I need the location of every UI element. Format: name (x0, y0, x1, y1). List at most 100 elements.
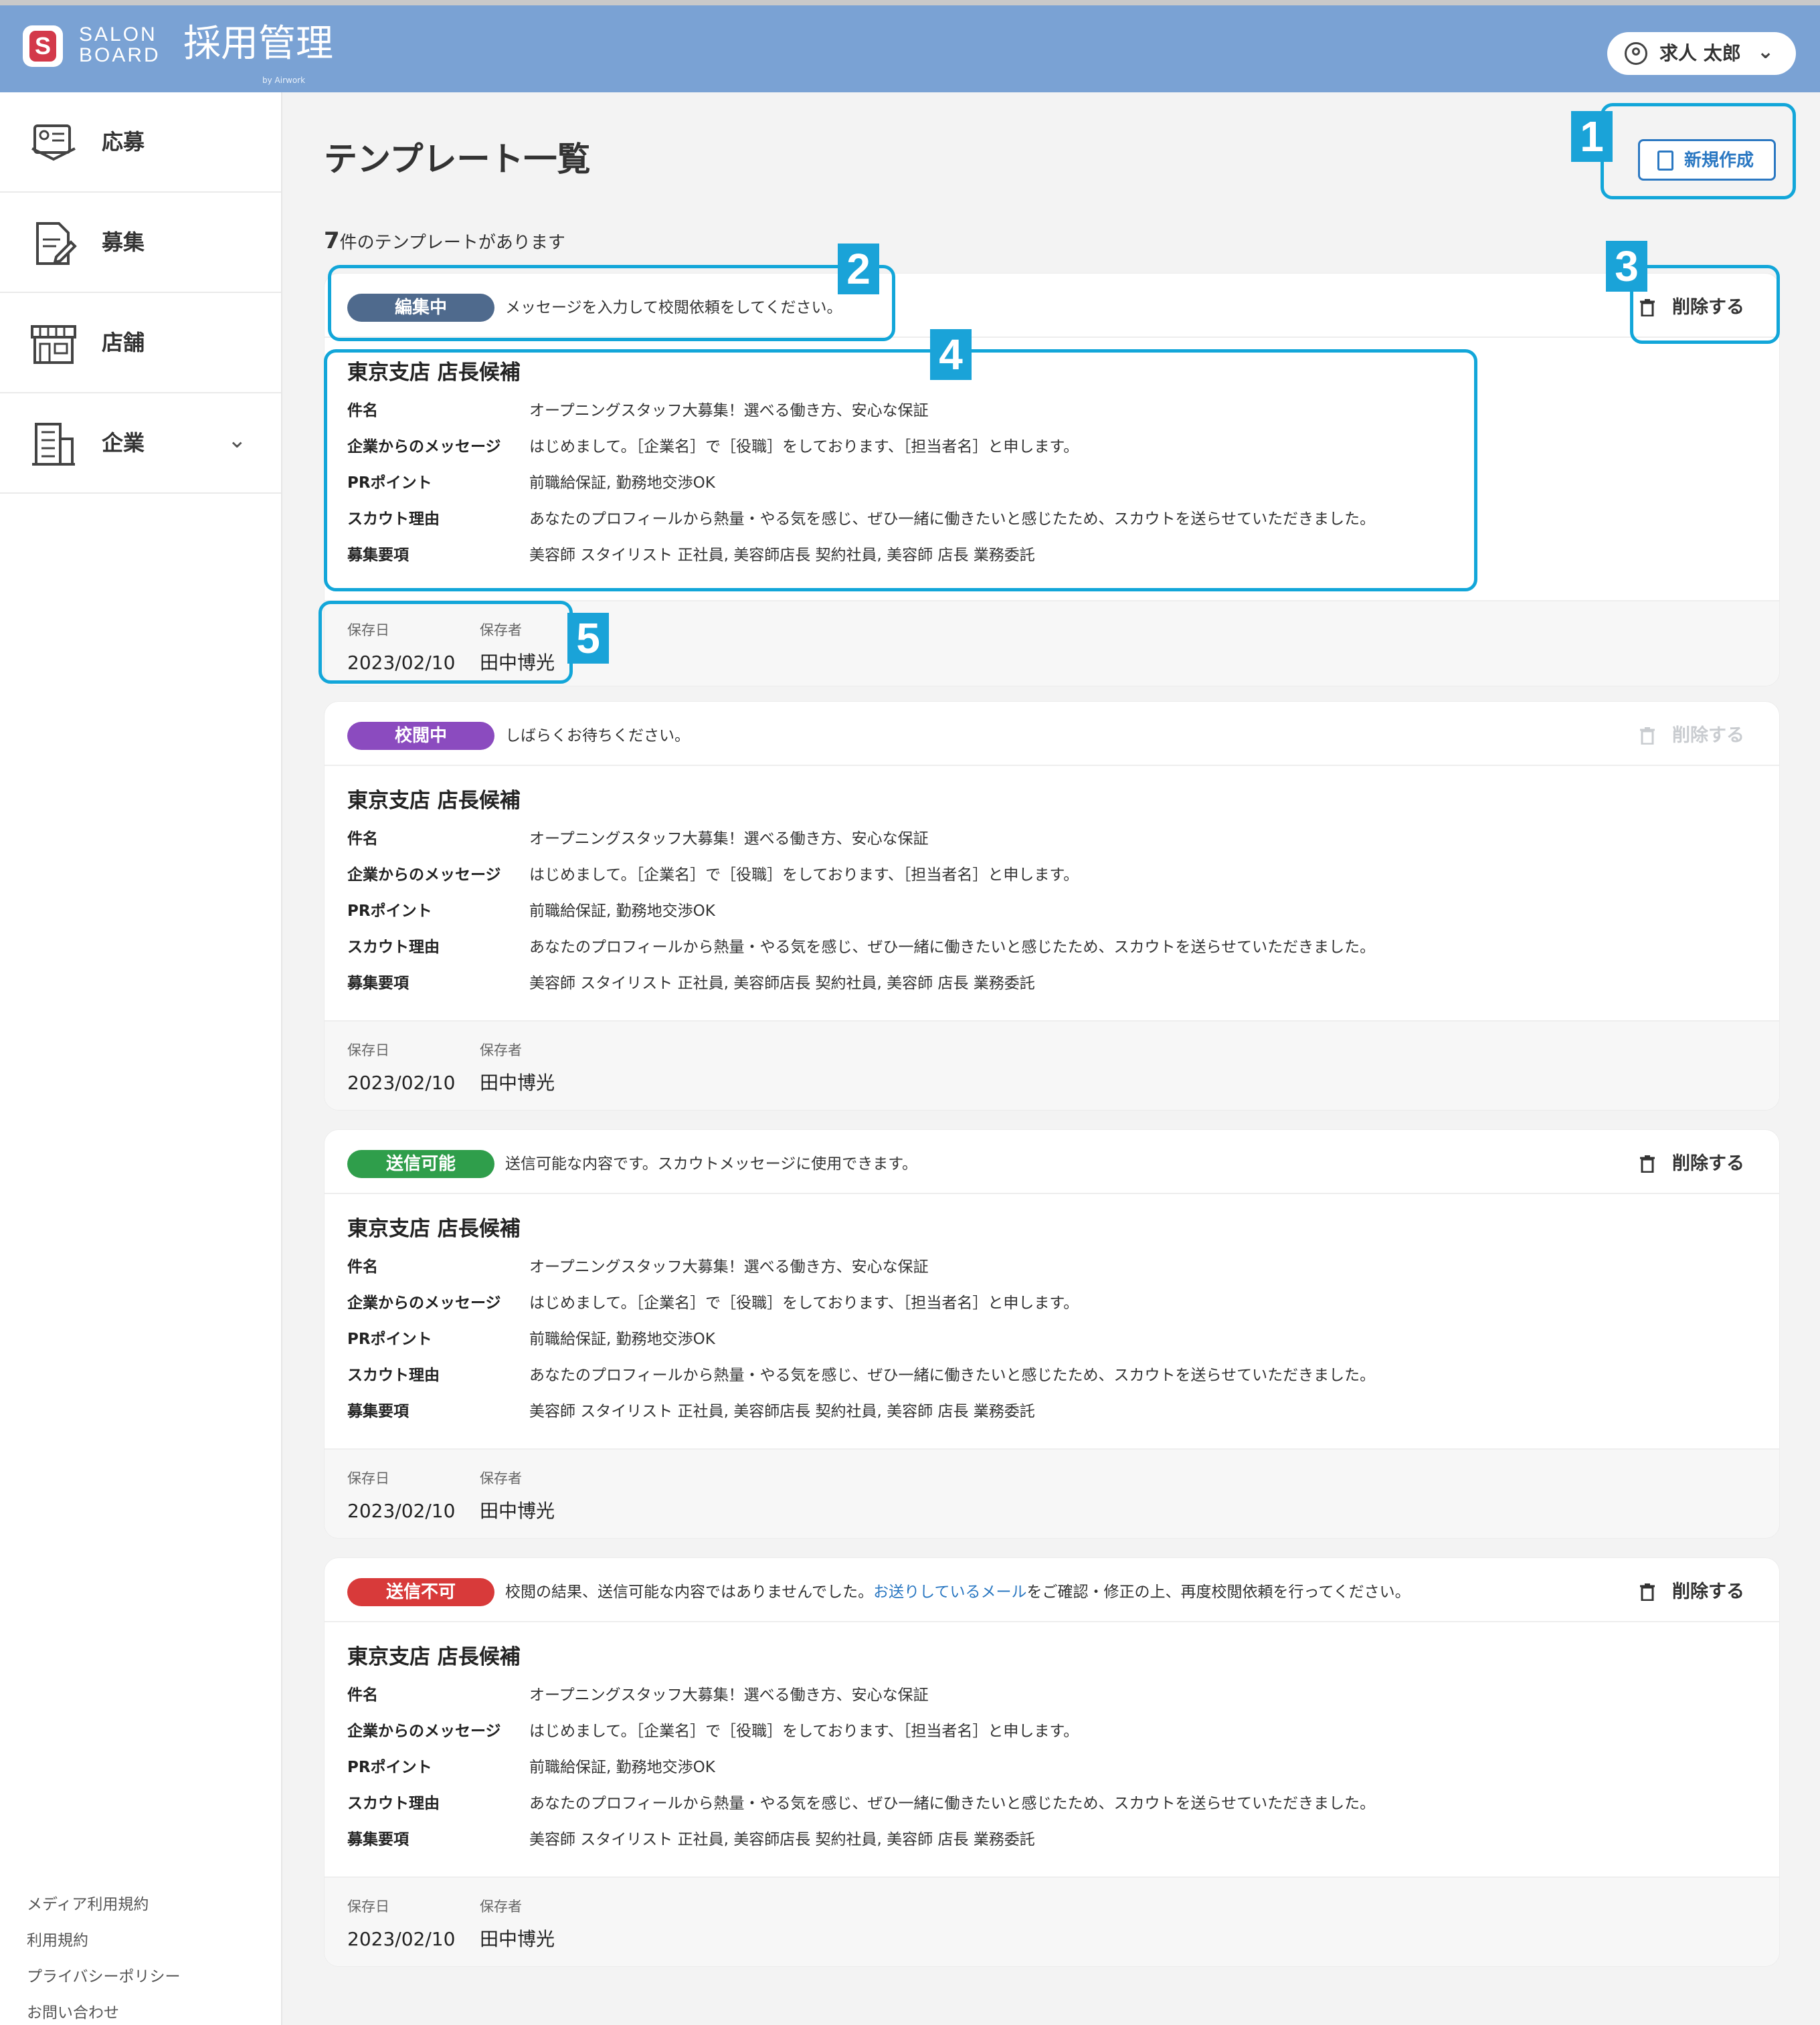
sent-mail-link[interactable]: お送りしているメール (873, 1583, 1026, 1601)
template-card: 送信不可 校閲の結果、送信可能な内容ではありませんでした。お送りしているメールを… (324, 1557, 1780, 1967)
delete-button[interactable]: 削除する (1640, 1577, 1756, 1608)
user-name: 求人 太郎 (1659, 42, 1741, 64)
callout-delete-button (1630, 265, 1780, 344)
delete-label: 削除する (1672, 1581, 1744, 1602)
field-label: 企業からのメッセージ (347, 866, 501, 884)
sidebar-item-label: 募集 (102, 229, 145, 255)
template-card: 校閲中 しばらくお待ちください。 削除する 東京支店 店長候補 件名 オープニング… (324, 701, 1780, 1111)
salon-board-logo-icon: S (23, 25, 63, 67)
field-value: あなたのプロフィールから熱量・やる気を感じ、ぜひ一緒に働きたいと感じたため、スカ… (529, 939, 1376, 956)
field-value: 美容師 スタイリスト 正社員, 美容師店長 契約社員, 美容師 店長 業務委託 (529, 1403, 1035, 1420)
callout-template-content (324, 349, 1477, 591)
saved-by-label: 保存者 (480, 1470, 522, 1486)
app-header: S SALON BOARD 採用管理 by Airwork 求人 太郎 ⌄ (0, 0, 1820, 92)
footer-link-terms[interactable]: 利用規約 (27, 1923, 181, 1959)
store-icon (31, 325, 76, 364)
card-status-bar: 送信可能 送信可能な内容です。スカウトメッセージに使用できます。 削除する (325, 1130, 1779, 1194)
footer-link-privacy[interactable]: プライバシーポリシー (27, 1959, 181, 1995)
callout-marker-2: 2 (838, 244, 879, 294)
brand-line1: SALON (79, 23, 157, 45)
field-value: あなたのプロフィールから熱量・やる気を感じ、ぜひ一緒に働きたいと感じたため、スカ… (529, 1795, 1376, 1812)
sidebar-item-stores[interactable]: 店舗 (0, 293, 281, 393)
footer-link-contact[interactable]: お問い合わせ (27, 1995, 181, 2025)
field-label: スカウト理由 (347, 1795, 440, 1812)
field-value: オープニングスタッフ大募集！選べる働き方、安心な保証 (529, 1258, 929, 1276)
field-label: 募集要項 (347, 1403, 409, 1420)
sidebar-item-label: 応募 (102, 129, 145, 155)
saved-by-label: 保存者 (480, 1042, 522, 1058)
building-icon (32, 423, 75, 466)
card-footer: 保存日 保存者 2023/02/10 田中博光 (325, 1448, 1779, 1538)
card-body[interactable]: 東京支店 店長候補 件名 オープニングスタッフ大募集！選べる働き方、安心な保証 企… (325, 1195, 1779, 1456)
card-body[interactable]: 東京支店 店長候補 件名 オープニングスタッフ大募集！選べる働き方、安心な保証 企… (325, 1624, 1779, 1885)
field-label: 企業からのメッセージ (347, 1294, 501, 1312)
field-value: 前職給保証, 勤務地交渉OK (529, 902, 715, 920)
saved-by: 田中博光 (480, 1072, 555, 1094)
delete-button-disabled: 削除する (1640, 720, 1756, 751)
by-airwork-label: by Airwork (262, 76, 306, 85)
field-value: 美容師 スタイリスト 正社員, 美容師店長 契約社員, 美容師 店長 業務委託 (529, 975, 1035, 992)
field-value: オープニングスタッフ大募集！選べる働き方、安心な保証 (529, 830, 929, 848)
edit-document-icon (36, 222, 77, 265)
field-value: 前職給保証, 勤務地交渉OK (529, 1759, 715, 1776)
card-body[interactable]: 東京支店 店長候補 件名 オープニングスタッフ大募集！選べる働き方、安心な保証 企… (325, 767, 1779, 1028)
delete-button[interactable]: 削除する (1640, 1149, 1756, 1179)
user-avatar-icon (1625, 42, 1647, 65)
field-value: はじめまして。［企業名］で［役職］をしております、［担当者名］と申します。 (529, 866, 1079, 884)
card-footer: 保存日 保存者 2023/02/10 田中博光 (325, 1020, 1779, 1110)
chevron-down-icon[interactable]: ⌄ (227, 427, 247, 454)
status-badge: 校閲中 (347, 722, 494, 750)
callout-status-bar (328, 265, 895, 341)
field-label: 件名 (347, 830, 378, 848)
status-message-text: をご確認・修正の上、再度校閲依頼を行ってください。 (1026, 1583, 1410, 1601)
field-label: 件名 (347, 1258, 378, 1276)
brand-wordmark: SALON BOARD (79, 24, 161, 66)
saved-date: 2023/02/10 (347, 1072, 456, 1094)
saved-by-label: 保存者 (480, 1899, 522, 1915)
saved-date: 2023/02/10 (347, 1928, 456, 1950)
trash-icon (1640, 727, 1655, 745)
status-badge: 送信不可 (347, 1578, 494, 1606)
saved-by: 田中博光 (480, 1500, 555, 1522)
sidebar-item-recruitment[interactable]: 募集 (0, 193, 281, 293)
sidebar-item-applications[interactable]: 応募 (0, 92, 281, 193)
template-count-suffix: 件のテンプレートがあります (339, 233, 565, 253)
field-value: はじめまして。［企業名］で［役職］をしております、［担当者名］と申します。 (529, 1723, 1079, 1740)
application-icon (31, 124, 76, 161)
template-title[interactable]: 東京支店 店長候補 (347, 1644, 521, 1670)
callout-new-button (1601, 103, 1796, 199)
field-value: はじめまして。［企業名］で［役職］をしております、［担当者名］と申します。 (529, 1294, 1079, 1312)
sidebar: 応募 募集 店舗 企業 ⌄ メディア利用規約 利用規約 プライバシーポリシー お… (0, 92, 282, 2025)
callout-marker-4: 4 (930, 329, 972, 380)
saved-date-label: 保存日 (347, 1470, 389, 1486)
brand-line2: BOARD (79, 44, 161, 66)
callout-marker-3: 3 (1606, 241, 1647, 292)
template-title[interactable]: 東京支店 店長候補 (347, 787, 521, 814)
card-footer: 保存日 保存者 2023/02/10 田中博光 (325, 1876, 1779, 1966)
template-title[interactable]: 東京支店 店長候補 (347, 1216, 521, 1242)
status-badge: 送信可能 (347, 1150, 494, 1178)
footer-links: メディア利用規約 利用規約 プライバシーポリシー お問い合わせ (27, 1887, 181, 2025)
card-status-bar: 校閲中 しばらくお待ちください。 削除する (325, 702, 1779, 766)
field-value: あなたのプロフィールから熱量・やる気を感じ、ぜひ一緒に働きたいと感じたため、スカ… (529, 1367, 1376, 1384)
footer-link-media-terms[interactable]: メディア利用規約 (27, 1887, 181, 1923)
template-card: 送信可能 送信可能な内容です。スカウトメッセージに使用できます。 削除する 東京… (324, 1129, 1780, 1539)
app-title: 採用管理 (183, 22, 333, 66)
trash-icon (1640, 1155, 1655, 1173)
sidebar-item-label: 店舗 (102, 330, 145, 355)
card-status-bar: 送信不可 校閲の結果、送信可能な内容ではありませんでした。お送りしているメールを… (325, 1558, 1779, 1622)
delete-label: 削除する (1672, 725, 1744, 746)
field-label: 募集要項 (347, 1831, 409, 1848)
status-message: 送信可能な内容です。スカウトメッセージに使用できます。 (505, 1155, 917, 1173)
field-label: スカウト理由 (347, 939, 440, 956)
template-count: 7件のテンプレートがあります (324, 226, 565, 258)
field-label: 募集要項 (347, 975, 409, 992)
sidebar-item-company[interactable]: 企業 ⌄ (0, 393, 281, 494)
callout-marker-1: 1 (1571, 111, 1613, 162)
user-menu-button[interactable]: 求人 太郎 ⌄ (1607, 32, 1796, 75)
field-label: スカウト理由 (347, 1367, 440, 1384)
field-value: 美容師 スタイリスト 正社員, 美容師店長 契約社員, 美容師 店長 業務委託 (529, 1831, 1035, 1848)
saved-date-label: 保存日 (347, 1042, 389, 1058)
status-message-text: 校閲の結果、送信可能な内容ではありませんでした。 (505, 1583, 874, 1601)
field-label: 件名 (347, 1686, 378, 1704)
